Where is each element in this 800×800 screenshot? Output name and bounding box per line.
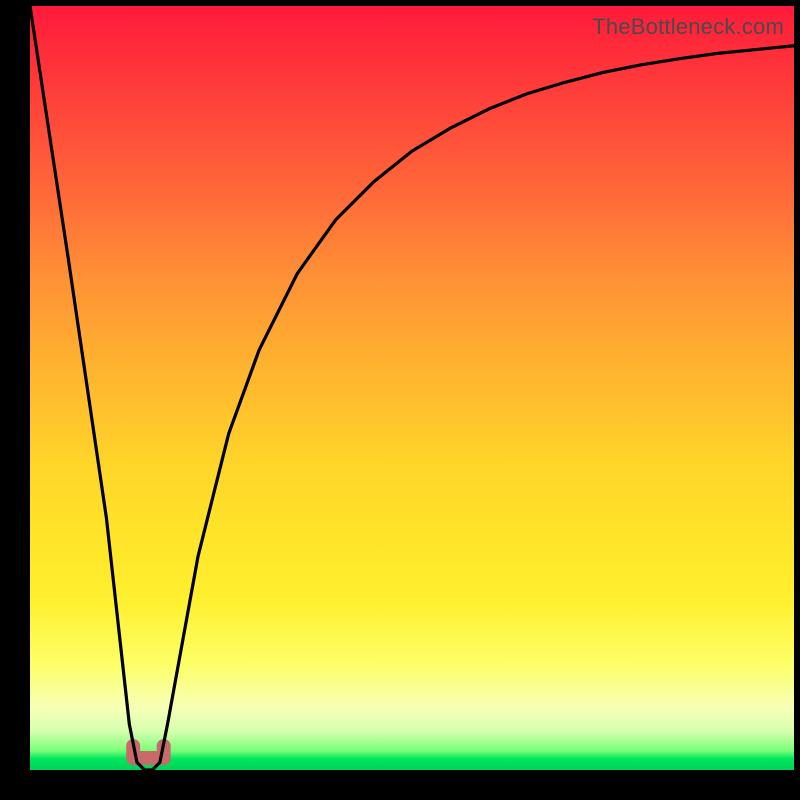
- chart-svg: [30, 6, 794, 770]
- bottleneck-curve: [30, 6, 794, 770]
- chart-frame: TheBottleneck.com: [0, 0, 800, 800]
- watermark-text: TheBottleneck.com: [592, 14, 784, 40]
- marker-group: [133, 746, 164, 758]
- plot-area: TheBottleneck.com: [30, 6, 794, 770]
- curve-group: [30, 6, 794, 770]
- optimal-marker: [133, 746, 164, 758]
